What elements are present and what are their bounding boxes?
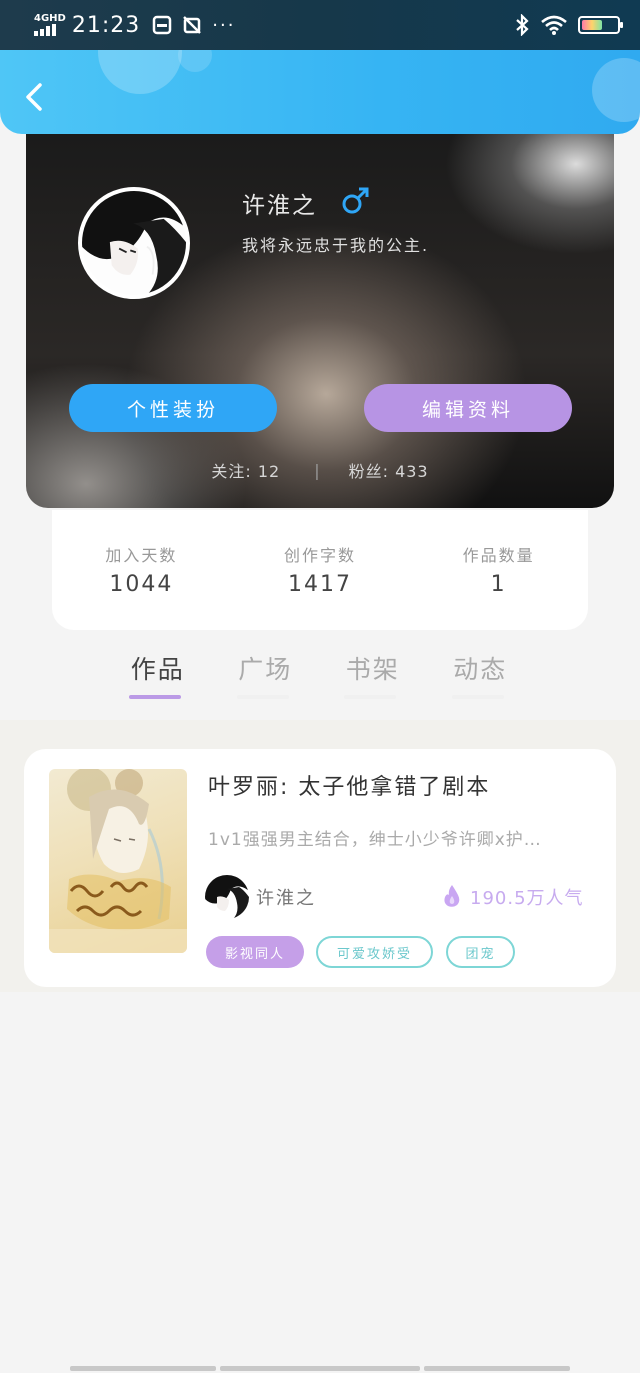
battery-icon [578, 16, 623, 34]
author-avatar[interactable] [205, 875, 249, 919]
fire-icon [444, 885, 460, 907]
tab-label: 广场 [238, 655, 293, 684]
tag-cute[interactable]: 可爱攻娇受 [316, 936, 433, 968]
signal-icon: 4GHD [34, 14, 66, 36]
stat-label: 加入天数 [105, 546, 178, 565]
tab-label: 作品 [130, 655, 185, 684]
tab-label: 动态 [453, 655, 508, 684]
stat-label: 创作字数 [284, 546, 357, 565]
tab-label: 书架 [345, 655, 400, 684]
edit-profile-button[interactable]: 编辑资料 [364, 384, 572, 432]
tab-bookshelf[interactable]: 书架 [319, 650, 427, 706]
stat-days: 加入天数 1044 [52, 542, 231, 630]
book-description: 1v1强强男主结合，绅士小少爷许卿x护… [208, 830, 542, 850]
tab-bar: 作品 广场 书架 动态 [104, 650, 534, 706]
more-status-icon: ··· [212, 14, 236, 36]
bluetooth-icon [516, 14, 529, 36]
stat-label: 作品数量 [462, 546, 535, 565]
profile-card: 许淮之 我将永远忠于我的公主. 个性装扮 编辑资料 关注: 12 | 粉丝: 4… [26, 124, 614, 508]
home-indicator [424, 1366, 570, 1371]
stats-card: 加入天数 1044 创作字数 1417 作品数量 1 [52, 510, 588, 630]
stat-value: 1044 [109, 572, 174, 597]
dress-up-button[interactable]: 个性装扮 [69, 384, 277, 432]
avatar[interactable] [78, 187, 190, 299]
sim-card-icon [153, 15, 172, 35]
book-cover[interactable] [49, 769, 187, 953]
stat-works: 作品数量 1 [409, 542, 588, 630]
home-indicator [70, 1366, 216, 1371]
stat-value: 1 [490, 572, 507, 597]
divider: | [314, 460, 321, 480]
home-indicator [220, 1366, 420, 1371]
bio-text: 我将永远忠于我的公主. [242, 236, 430, 255]
tag-film-fanfic[interactable]: 影视同人 [206, 936, 304, 968]
book-title[interactable]: 叶罗丽: 太子他拿错了剧本 [208, 769, 490, 801]
author-name[interactable]: 许淮之 [256, 884, 316, 910]
status-bar: 4GHD 21:23 ··· [0, 0, 640, 50]
wifi-icon [541, 15, 567, 35]
stat-words: 创作字数 1417 [231, 542, 410, 630]
tab-square[interactable]: 广场 [212, 650, 320, 706]
chevron-left-icon [26, 83, 42, 111]
clock: 21:23 [71, 12, 141, 38]
following-count[interactable]: 关注: 12 [211, 458, 280, 482]
back-button[interactable] [20, 80, 50, 114]
stat-value: 1417 [288, 572, 352, 597]
header-bar [0, 50, 640, 134]
fans-count[interactable]: 粉丝: 433 [349, 458, 429, 482]
tab-works[interactable]: 作品 [104, 650, 212, 706]
follow-stats: 关注: 12 | 粉丝: 433 [26, 458, 614, 482]
book-card[interactable]: 叶罗丽: 太子他拿错了剧本 1v1强强男主结合，绅士小少爷许卿x护… 许淮之 1… [24, 749, 616, 987]
network-label: 4GHD [34, 13, 66, 24]
no-photo-icon [183, 16, 202, 34]
popularity-count: 190.5万人气 [470, 888, 584, 909]
tag-group-pet[interactable]: 团宠 [446, 936, 515, 968]
tab-activity[interactable]: 动态 [427, 650, 535, 706]
male-icon [342, 187, 369, 214]
username: 许淮之 [242, 193, 317, 219]
